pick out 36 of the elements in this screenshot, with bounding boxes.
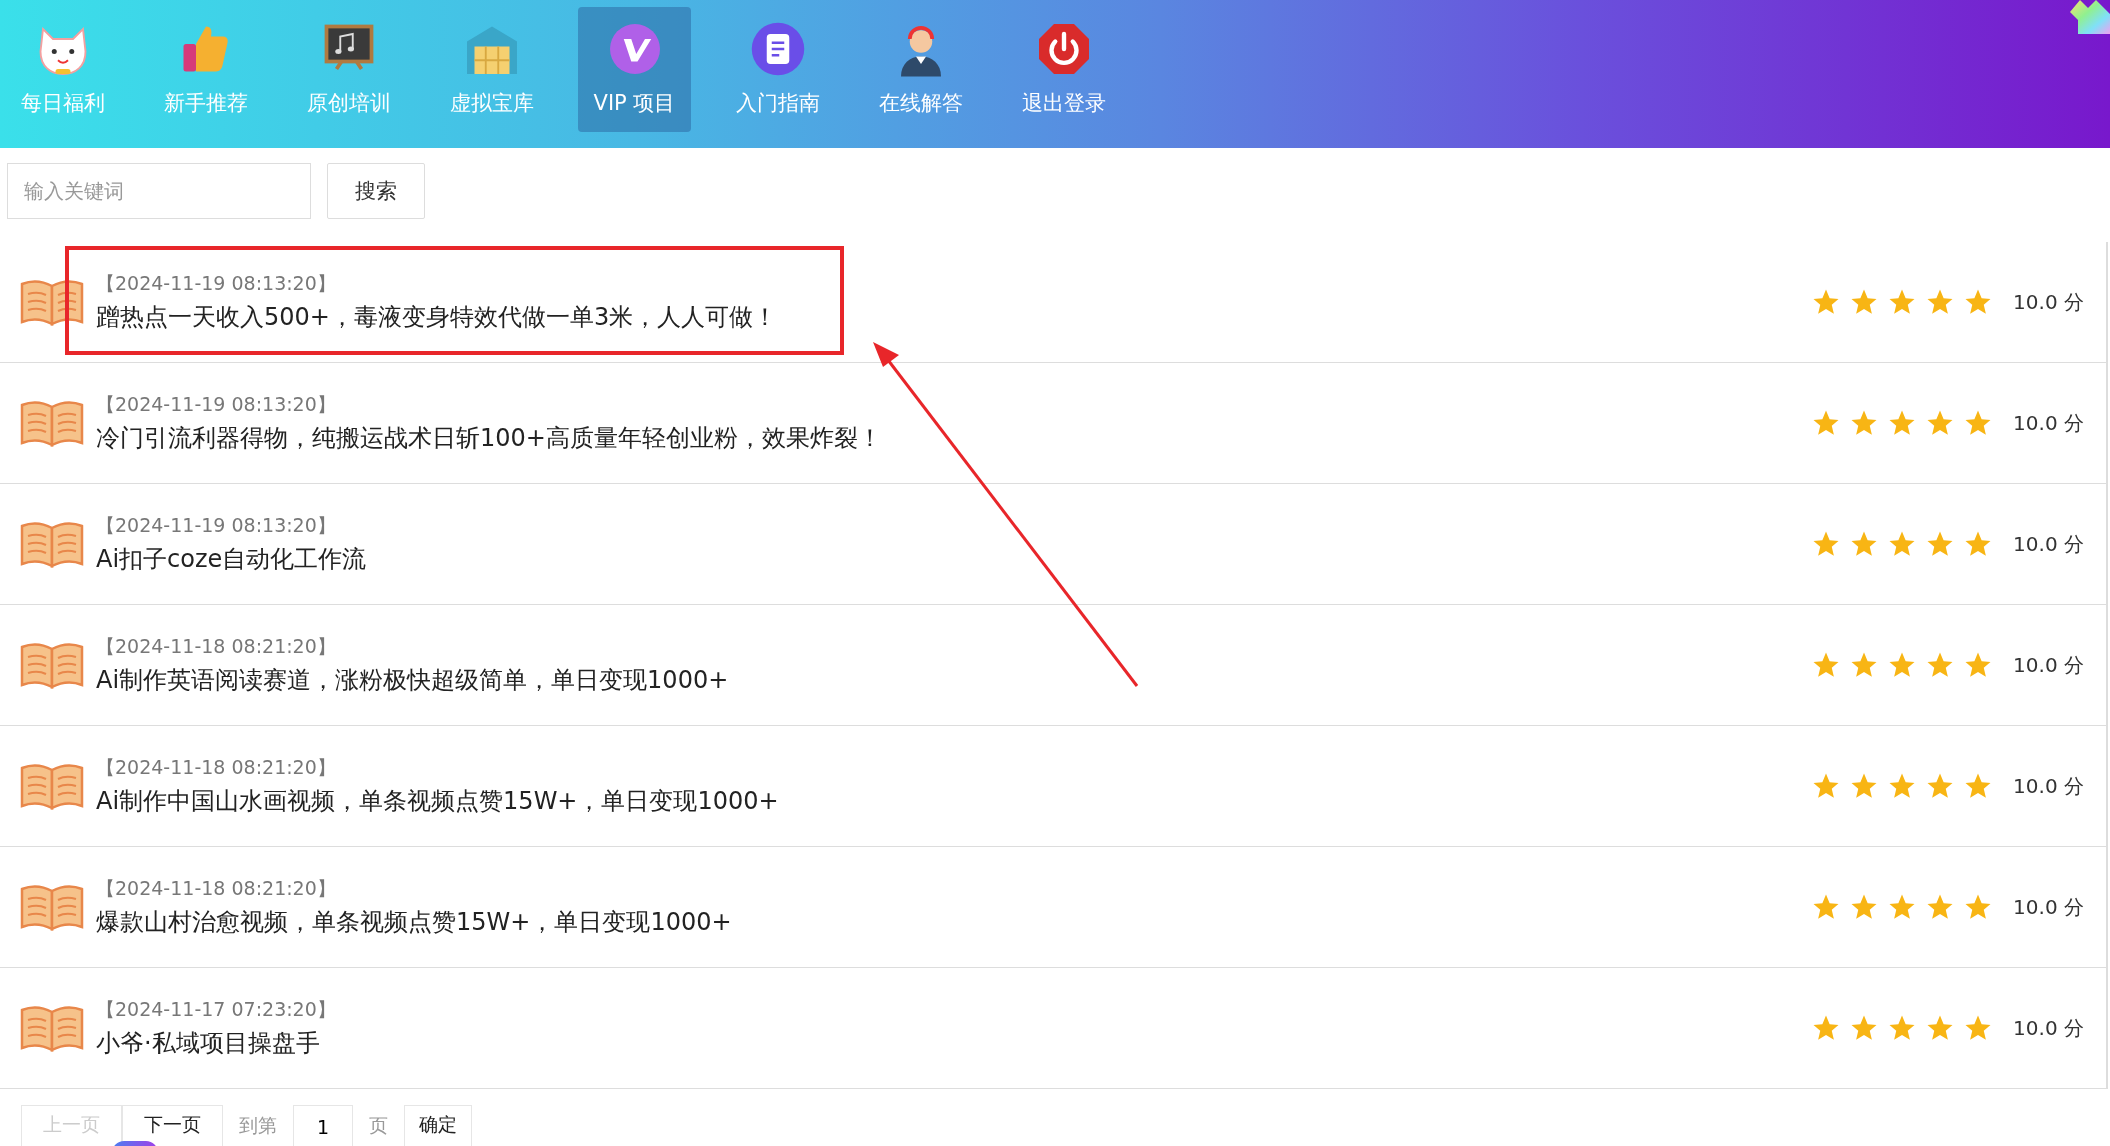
post-date: 【2024-11-19 08:13:20】: [96, 271, 337, 296]
nav-item[interactable]: VIP 项目: [578, 7, 691, 132]
post-title[interactable]: Ai制作英语阅读赛道，涨粉极快超级简单，单日变现1000+: [96, 664, 1812, 696]
open-book-icon: [20, 278, 84, 326]
open-book-icon: [20, 520, 84, 568]
rating-score: 10.0 分: [2013, 651, 2084, 679]
post-title[interactable]: Ai扣子coze自动化工作流: [96, 543, 1812, 575]
post-date: 【2024-11-18 08:21:20】: [96, 755, 337, 780]
post-date: 【2024-11-18 08:21:20】: [96, 634, 337, 659]
confirm-button[interactable]: 确定: [404, 1105, 472, 1146]
goto-label: 到第: [238, 1113, 278, 1138]
post-date: 【2024-11-18 08:21:20】: [96, 876, 337, 901]
page-unit-label: 页: [368, 1113, 389, 1138]
open-book-icon: [20, 1004, 84, 1052]
open-book-icon: [20, 883, 84, 931]
open-book-icon: [20, 762, 84, 810]
post-title[interactable]: 冷门引流利器得物，纯搬运战术日斩100+高质量年轻创业粉，效果炸裂！: [96, 422, 1812, 454]
rating-score: 10.0 分: [2013, 772, 2084, 800]
post-date: 【2024-11-17 07:23:20】: [96, 997, 337, 1022]
post-date: 【2024-11-19 08:13:20】: [96, 513, 337, 538]
rating-score: 10.0 分: [2013, 1014, 2084, 1042]
open-book-icon: [20, 641, 84, 689]
open-book-icon: [20, 399, 84, 447]
post-title[interactable]: Ai制作中国山水画视频，单条视频点赞15W+，单日变现1000+: [96, 785, 1812, 817]
rating-score: 10.0 分: [2013, 409, 2084, 437]
page-number-field[interactable]: 1: [293, 1105, 353, 1146]
rating-score: 10.0 分: [2013, 893, 2084, 921]
next-page-button[interactable]: 下一页: [122, 1105, 223, 1146]
post-date: 【2024-11-19 08:13:20】: [96, 392, 337, 417]
post-title[interactable]: 蹭热点一天收入500+，毒液变身特效代做一单3米，人人可做！: [96, 301, 1812, 333]
rating-score: 10.0 分: [2013, 288, 2084, 316]
post-title[interactable]: 爆款山村治愈视频，单条视频点赞15W+，单日变现1000+: [96, 906, 1812, 938]
post-title[interactable]: 小爷·私域项目操盘手: [96, 1027, 1812, 1059]
search-field[interactable]: 输入关键词: [7, 163, 311, 219]
search-button[interactable]: 搜索: [327, 163, 425, 219]
rating-score: 10.0 分: [2013, 530, 2084, 558]
